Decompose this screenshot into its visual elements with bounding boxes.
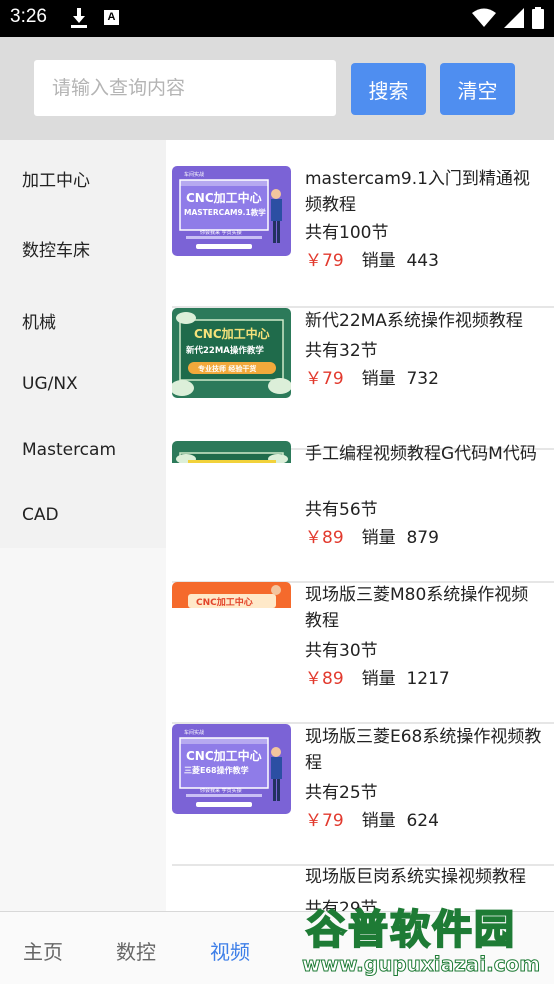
category-list: 加工中心 数控车床 机械 UG/NX Mastercam CAD	[0, 140, 166, 548]
sidebar-item-cnc-lathe[interactable]: 数控车床	[22, 236, 90, 261]
course-price: ￥79	[305, 811, 344, 831]
nav-item-home[interactable]: 主页	[23, 936, 63, 965]
svg-text:CNC加工中心: CNC加工中心	[186, 190, 262, 205]
course-title: 现场版三菱M80系统操作视频教程	[305, 585, 529, 631]
course-lessons: 共有32节	[305, 341, 378, 361]
signal-icon	[504, 8, 524, 28]
sidebar-item-mastercam[interactable]: Mastercam	[22, 440, 116, 460]
notification-a-icon: A	[104, 10, 119, 25]
clear-button[interactable]: 清空	[440, 63, 515, 115]
course-lessons: 共有56节	[305, 500, 378, 520]
status-time: 3:26	[10, 6, 47, 27]
course-title: 现场版巨岗系统实操视频教程	[305, 867, 526, 887]
sales-label: 销量	[361, 369, 396, 389]
watermark-url: www.gupuxiazai.com	[301, 952, 541, 977]
course-meta: ￥79 销量 732	[305, 364, 439, 389]
sidebar-item-machining-center[interactable]: 加工中心	[22, 166, 90, 191]
svg-text:车间实战: 车间实战	[184, 729, 204, 736]
course-thumbnail: 车间实战 CNC加工中心 三菱E68操作教学 你会我来 学员实操	[172, 724, 291, 814]
course-thumbnail	[172, 441, 291, 531]
course-meta: ￥79 销量 624	[305, 806, 439, 831]
sidebar-item-ug-nx[interactable]: UG/NX	[22, 374, 78, 394]
course-item[interactable]: CNC加工中心 现场版三菱M80系统操作视频教程 共有30节 ￥89 销量 12…	[172, 582, 554, 724]
category-sidebar: 加工中心 数控车床 机械 UG/NX Mastercam CAD	[0, 140, 166, 911]
course-lessons: 共有25节	[305, 783, 378, 803]
sales-count: 879	[406, 528, 439, 548]
search-input[interactable]	[34, 60, 336, 116]
wifi-icon	[472, 8, 496, 27]
course-title: 现场版三菱E68系统操作视频教程	[305, 727, 542, 773]
svg-text:MASTERCAM9.1教学: MASTERCAM9.1教学	[184, 207, 266, 217]
svg-text:车间实战: 车间实战	[184, 171, 204, 178]
svg-text:CNC加工中心: CNC加工中心	[196, 596, 253, 608]
nav-item-video[interactable]: 视频	[210, 936, 250, 965]
svg-text:CNC加工中心: CNC加工中心	[194, 326, 270, 341]
course-meta: ￥79 销量 443	[305, 246, 439, 271]
sales-count: 443	[406, 251, 439, 271]
course-lessons: 共有100节	[305, 223, 389, 243]
sales-count: 1217	[406, 669, 450, 689]
search-bar: 搜索 清空	[0, 37, 554, 140]
sales-count: 624	[406, 811, 439, 831]
svg-text:你会我来 学员实操: 你会我来 学员实操	[200, 787, 242, 794]
course-title: 手工编程视频教程G代码M代码	[305, 444, 537, 464]
course-title: 新代22MA系统操作视频教程	[305, 311, 523, 331]
watermark: 谷普软件园 www.gupuxiazai.com	[296, 897, 554, 984]
course-price: ￥79	[305, 369, 344, 389]
sidebar-item-machinery[interactable]: 机械	[22, 308, 56, 333]
svg-text:新代22MA操作教学: 新代22MA操作教学	[186, 345, 264, 356]
sales-count: 732	[406, 369, 439, 389]
course-lessons: 共有30节	[305, 641, 378, 661]
svg-text:CNC加工中心: CNC加工中心	[186, 748, 262, 763]
status-bar: 3:26 A	[0, 0, 554, 37]
course-title: mastercam9.1入门到精通视频教程	[305, 169, 530, 215]
course-price: ￥89	[305, 669, 344, 689]
svg-text:专业技师 经验干货: 专业技师 经验干货	[198, 364, 256, 373]
sales-label: 销量	[361, 251, 396, 271]
course-meta: ￥89 销量 1217	[305, 664, 450, 689]
svg-text:你会我来 学员实操: 你会我来 学员实操	[200, 229, 242, 236]
course-list: 车间实战 CNC加工中心 MASTERCAM9.1教学 你会我来 学员实操 ma…	[166, 140, 554, 911]
course-item[interactable]: 车间实战 CNC加工中心 三菱E68操作教学 你会我来 学员实操 现场版三菱E6…	[172, 724, 554, 866]
course-item[interactable]: 手工编程视频教程G代码M代码 共有56节 ￥89 销量 879	[172, 441, 554, 583]
course-thumbnail: CNC加工中心 新代22MA操作教学 专业技师 经验干货	[172, 308, 291, 398]
watermark-title: 谷普软件园	[305, 906, 516, 954]
course-price: ￥79	[305, 251, 344, 271]
course-thumbnail: 车间实战 CNC加工中心 MASTERCAM9.1教学 你会我来 学员实操	[172, 166, 291, 256]
course-item[interactable]: CNC加工中心 新代22MA操作教学 专业技师 经验干货 新代22MA系统操作视…	[172, 308, 554, 450]
course-meta: ￥89 销量 879	[305, 523, 439, 548]
sales-label: 销量	[361, 811, 396, 831]
sidebar-item-cad[interactable]: CAD	[22, 505, 59, 525]
svg-text:三菱E68操作教学: 三菱E68操作教学	[184, 765, 249, 775]
sales-label: 销量	[361, 669, 396, 689]
nav-item-cnc[interactable]: 数控	[116, 936, 156, 965]
search-button[interactable]: 搜索	[351, 63, 426, 115]
battery-icon	[532, 7, 544, 29]
sales-label: 销量	[361, 528, 396, 548]
download-icon	[71, 8, 87, 28]
course-item[interactable]: 车间实战 CNC加工中心 MASTERCAM9.1教学 你会我来 学员实操 ma…	[172, 166, 554, 308]
course-thumbnail: CNC加工中心	[172, 582, 291, 672]
course-price: ￥89	[305, 528, 344, 548]
